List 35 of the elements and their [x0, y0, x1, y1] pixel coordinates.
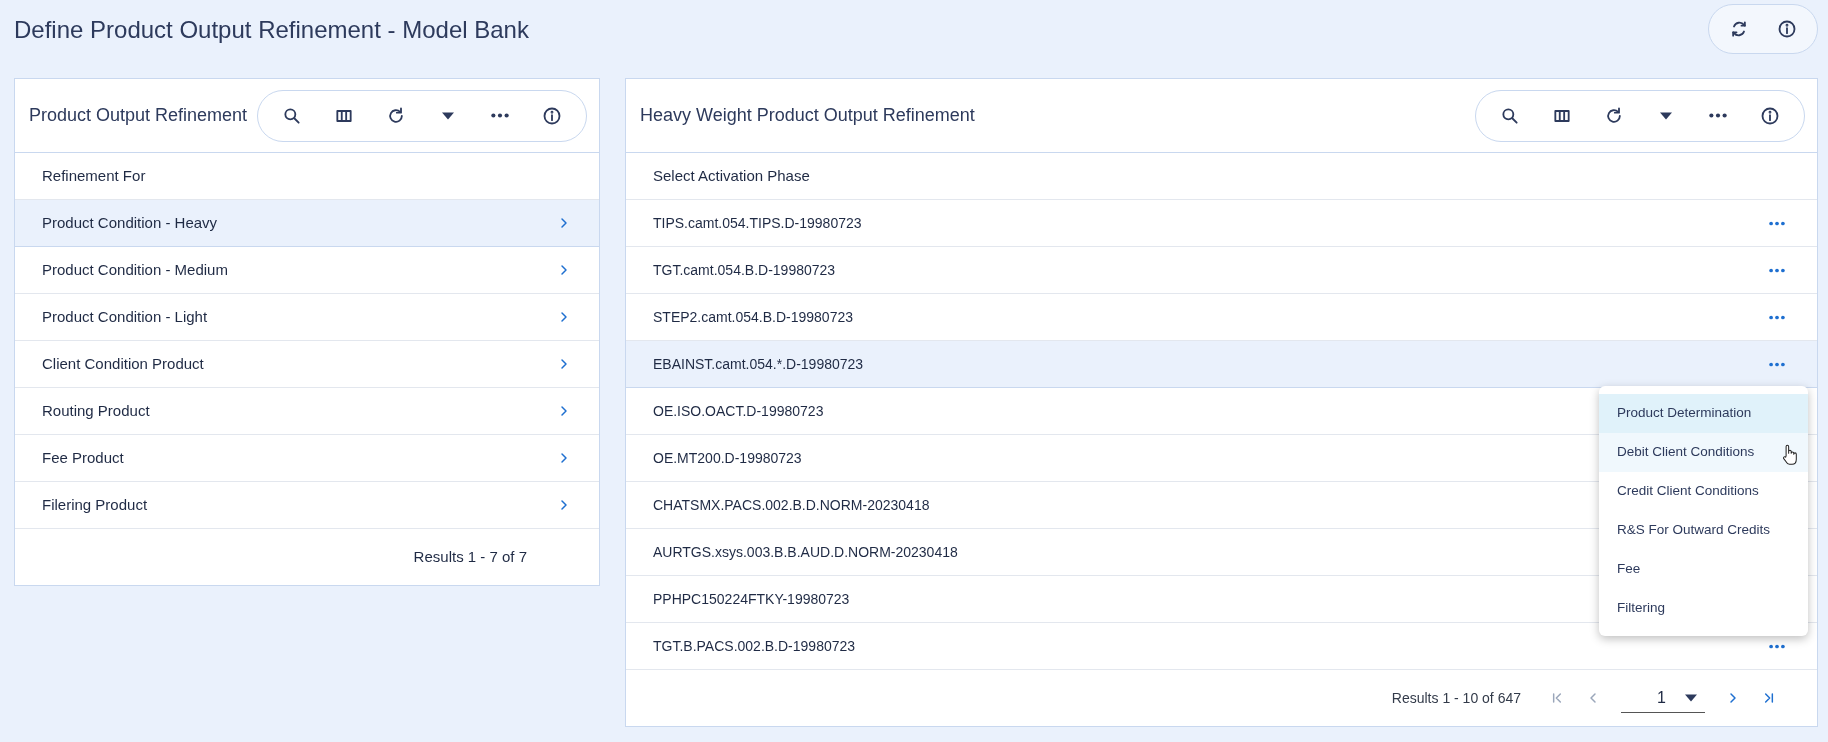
refresh-icon [1604, 105, 1624, 126]
results-count: Results 1 - 7 of 7 [413, 546, 527, 567]
page-title: Define Product Output Refinement - Model Bank [14, 15, 529, 45]
info-icon [1760, 105, 1780, 126]
menu-item[interactable]: Filtering [1599, 589, 1808, 628]
more-icon [1769, 361, 1785, 367]
more-icon [1709, 113, 1727, 118]
search-icon [1500, 105, 1520, 126]
menu-item[interactable]: Credit Client Conditions [1599, 472, 1808, 511]
info-icon [1777, 19, 1797, 39]
more-icon [1769, 267, 1785, 273]
refresh-icon [386, 105, 406, 126]
more-icon [1769, 643, 1785, 649]
column-header: Refinement For [42, 165, 146, 186]
hand-cursor-icon [1781, 443, 1798, 467]
list-row[interactable]: EBAINST.camt.054.*.D-19980723 [626, 341, 1817, 388]
info-icon [542, 105, 562, 126]
caret-icon [1660, 111, 1672, 120]
more-icon [1769, 220, 1785, 226]
panel-title: Heavy Weight Product Output Refinement [640, 104, 975, 127]
caret-icon [1685, 693, 1697, 702]
list-row[interactable]: Product Condition - Heavy [15, 200, 599, 247]
column-header: Select Activation Phase [653, 165, 810, 186]
results-count: Results 1 - 10 of 647 [1391, 688, 1521, 708]
menu-item[interactable]: R&S For Outward Credits [1599, 511, 1808, 550]
page-select[interactable]: 1 [1621, 683, 1705, 713]
menu-item[interactable]: Fee [1599, 550, 1808, 589]
more-icon [1769, 314, 1785, 320]
menu-item[interactable]: Product Determination [1599, 394, 1808, 433]
sync-icon [1729, 19, 1749, 39]
menu-item[interactable]: Debit Client Conditions [1599, 433, 1808, 472]
more-icon [491, 113, 509, 118]
search-icon [282, 105, 302, 126]
caret-icon [442, 111, 454, 120]
panel-title: Product Output Refinement [29, 104, 248, 127]
